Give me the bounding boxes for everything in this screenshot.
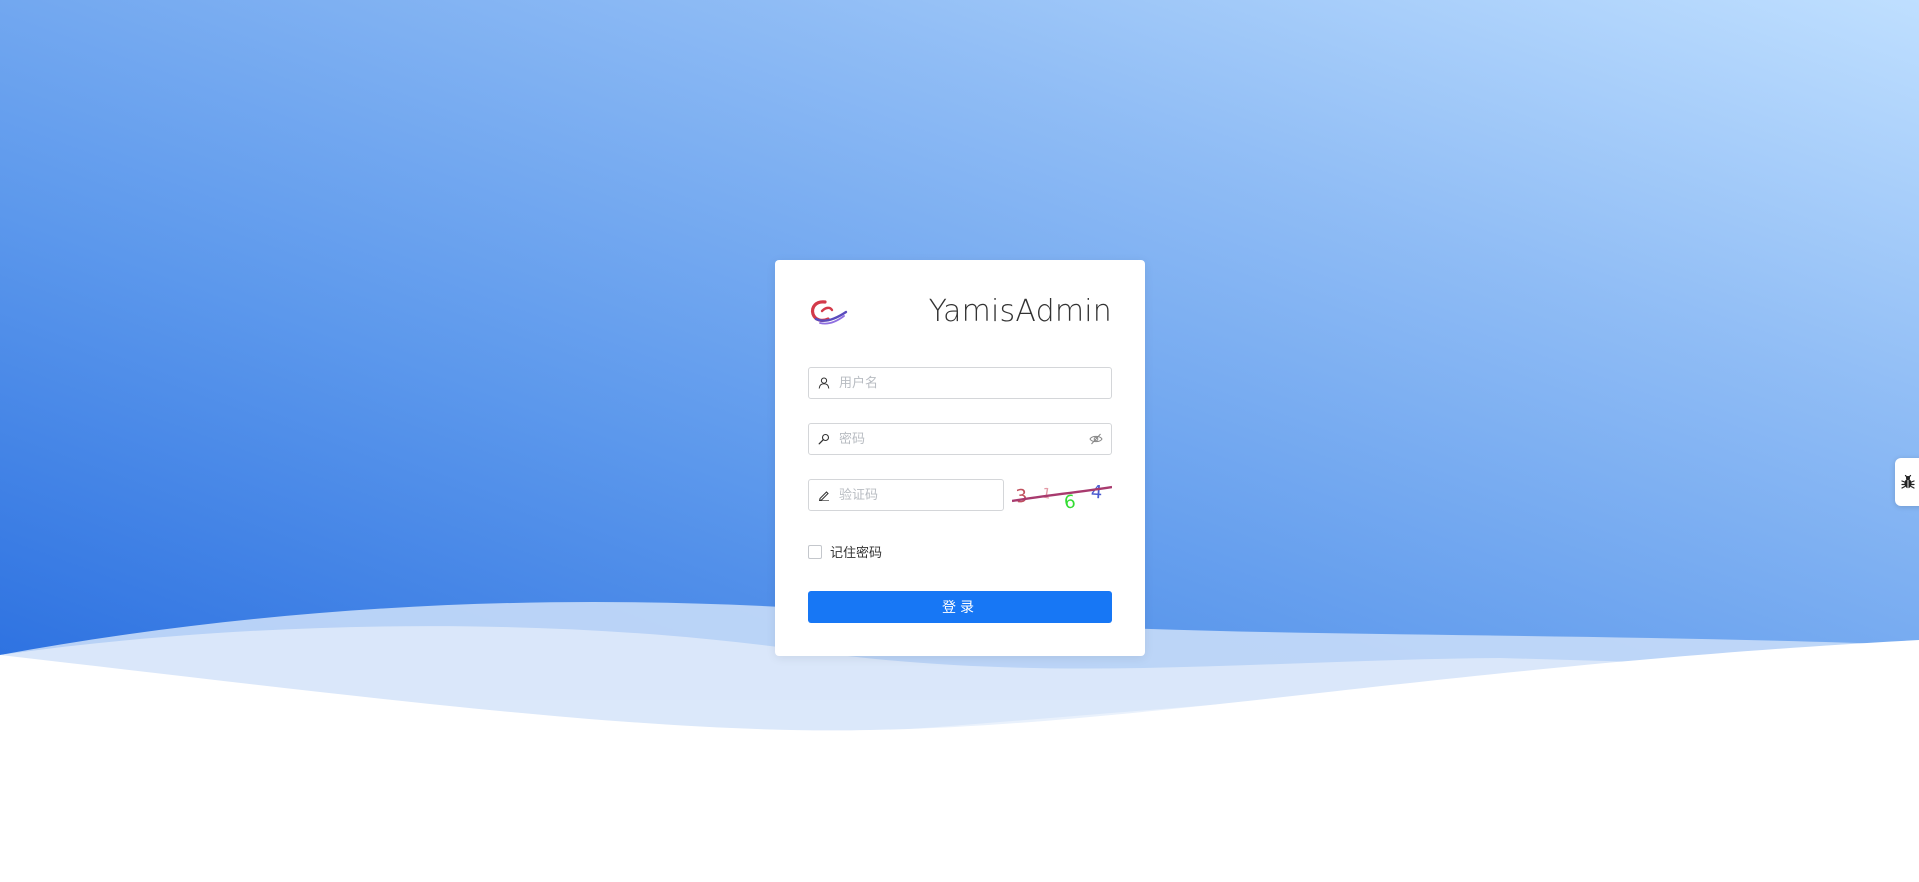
- password-input[interactable]: [839, 425, 1081, 453]
- captcha-input[interactable]: [839, 481, 1003, 509]
- username-input[interactable]: [839, 369, 1111, 397]
- remember-password[interactable]: 记住密码: [808, 542, 882, 561]
- login-page: YamisAdmin 用户名 验证码 3 1 6 4 记住密码 登录: [0, 0, 1919, 882]
- key-icon: [809, 424, 839, 454]
- login-card: YamisAdmin 用户名 验证码 3 1 6 4 记住密码 登录: [775, 260, 1145, 656]
- username-field: [808, 367, 1112, 399]
- captcha-char-4: 4: [1090, 482, 1103, 504]
- captcha-field: [808, 479, 1004, 511]
- app-title: YamisAdmin: [928, 294, 1112, 329]
- captcha-char-2: 1: [1040, 485, 1052, 502]
- password-field: [808, 423, 1112, 455]
- yamis-logo-icon: [810, 300, 848, 325]
- eye-slash-icon[interactable]: [1081, 424, 1111, 454]
- remember-checkbox[interactable]: [808, 544, 822, 559]
- login-button[interactable]: 登录: [808, 591, 1112, 623]
- captcha-image[interactable]: 3 1 6 4: [1012, 477, 1112, 513]
- bug-icon: [1901, 474, 1915, 489]
- user-icon: [809, 368, 839, 398]
- debug-panel-toggle[interactable]: [1895, 458, 1919, 506]
- captcha-char-1: 3: [1015, 485, 1029, 507]
- pencil-icon: [809, 480, 839, 510]
- remember-label: 记住密码: [830, 546, 883, 561]
